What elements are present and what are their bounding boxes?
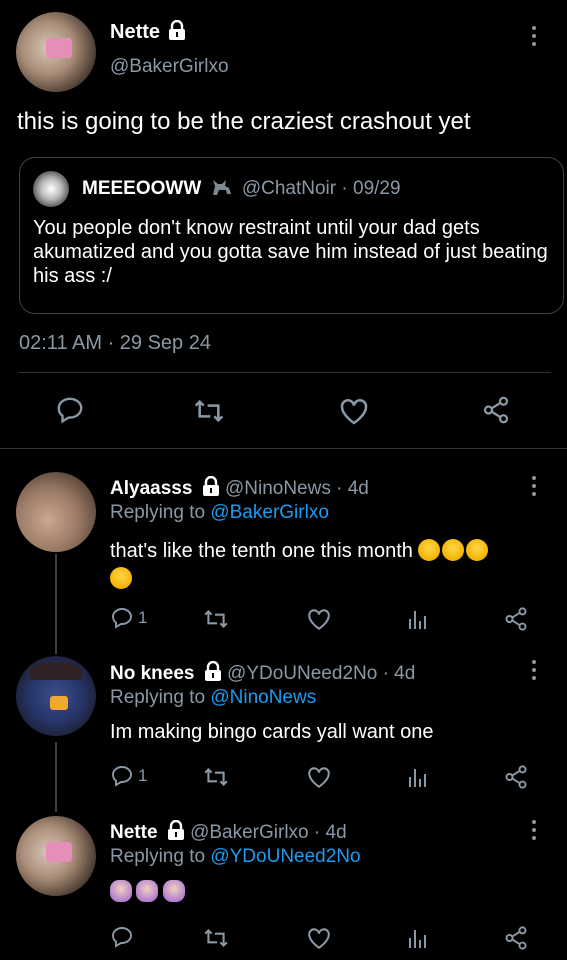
- tweet-text: this is going to be the craziest crashou…: [17, 108, 471, 135]
- reply-icon[interactable]: [110, 925, 134, 949]
- share-icon[interactable]: [503, 925, 529, 951]
- lock-icon: [167, 820, 184, 840]
- reply-text-block: [110, 880, 185, 903]
- crying-face-emoji: [442, 539, 465, 561]
- retweet-icon[interactable]: [203, 607, 229, 631]
- author-handle[interactable]: @NinoNews · 4d: [225, 478, 369, 499]
- avatar[interactable]: [16, 472, 96, 552]
- analytics-icon[interactable]: [407, 765, 429, 789]
- reply-count: 1: [138, 608, 148, 627]
- more-options-icon[interactable]: [529, 660, 539, 684]
- reply-header: Alyaasss @NinoNews · 4d: [110, 476, 369, 500]
- reply-text: that's like the tenth one this month: [110, 540, 413, 562]
- crying-face-emoji: [418, 539, 441, 561]
- retweet-icon[interactable]: [203, 926, 229, 950]
- like-icon[interactable]: [306, 926, 332, 950]
- quote-header: MEEEOOWW @ChatNoir · 09/29: [82, 178, 401, 200]
- replying-to: Replying to @BakerGirlxo: [110, 502, 329, 524]
- share-icon[interactable]: [503, 606, 529, 632]
- replying-prefix: Replying to: [110, 687, 206, 708]
- person-raising-hand-emoji: [136, 880, 159, 902]
- avatar[interactable]: [16, 816, 96, 896]
- reply-header: No knees @YDoUNeed2No · 4d: [110, 661, 415, 685]
- thread-line: [55, 554, 57, 654]
- reply-icon: [112, 766, 132, 787]
- quote-text: You people don't know restraint until yo…: [33, 217, 548, 287]
- like-icon[interactable]: [306, 765, 332, 789]
- share-icon[interactable]: [503, 764, 529, 790]
- person-raising-hand-emoji: [162, 880, 185, 902]
- avatar[interactable]: [16, 12, 96, 92]
- more-options-icon[interactable]: [529, 820, 539, 844]
- lock-icon: [169, 20, 186, 40]
- quote-date: · 09/29: [341, 178, 401, 199]
- share-icon[interactable]: [480, 395, 512, 425]
- replying-prefix: Replying to: [110, 502, 206, 523]
- reply-text: Im making bingo cards yall want one: [110, 721, 434, 743]
- quote-avatar: [33, 171, 69, 207]
- replying-to: Replying to @NinoNews: [110, 687, 316, 709]
- reply-action[interactable]: 1: [110, 606, 147, 630]
- lock-icon: [204, 661, 221, 681]
- mention-link[interactable]: @YDoUNeed2No: [210, 846, 360, 867]
- analytics-icon[interactable]: [407, 607, 429, 631]
- thread-line: [55, 742, 57, 812]
- reply-icon: [112, 608, 132, 629]
- tweet-timestamp: 02:11 AM · 29 Sep 24: [19, 332, 211, 354]
- more-options-icon[interactable]: [529, 476, 539, 500]
- author-name[interactable]: Nette: [110, 822, 158, 843]
- person-raising-hand-emoji: [110, 880, 132, 902]
- mention-link[interactable]: @NinoNews: [210, 687, 316, 708]
- more-options-icon[interactable]: [529, 26, 539, 50]
- reply-header: Nette @BakerGirlxo · 4d: [110, 820, 347, 844]
- author-handle[interactable]: @YDoUNeed2No · 4d: [227, 663, 415, 684]
- reply-icon[interactable]: [55, 395, 85, 425]
- reply-text-block: that's like the tenth one this month: [110, 537, 540, 593]
- crying-face-emoji: [466, 539, 489, 561]
- author-handle[interactable]: @BakerGirlxo: [110, 56, 229, 78]
- quoted-tweet[interactable]: MEEEOOWW @ChatNoir · 09/29 You people do…: [19, 157, 564, 314]
- author-name[interactable]: No knees: [110, 663, 194, 684]
- avatar[interactable]: [16, 656, 96, 736]
- retweet-icon[interactable]: [203, 765, 229, 789]
- cat-icon: [212, 180, 231, 195]
- replying-to: Replying to @YDoUNeed2No: [110, 846, 361, 868]
- author-name-row: Nette: [110, 20, 186, 44]
- quote-author-name: MEEEOOWW: [82, 178, 202, 199]
- reply-count: 1: [138, 766, 148, 785]
- crying-face-emoji: [110, 567, 132, 589]
- divider: [19, 372, 551, 373]
- retweet-icon[interactable]: [193, 396, 225, 426]
- analytics-icon[interactable]: [407, 926, 429, 950]
- author-name[interactable]: Nette: [110, 21, 160, 43]
- author-handle[interactable]: @BakerGirlxo · 4d: [190, 822, 347, 843]
- like-icon[interactable]: [306, 607, 332, 631]
- reply-action[interactable]: 1: [110, 764, 147, 788]
- quote-author-handle: @ChatNoir: [241, 178, 337, 199]
- author-name[interactable]: Alyaasss: [110, 478, 192, 499]
- replying-prefix: Replying to: [110, 846, 206, 867]
- divider: [0, 448, 567, 449]
- like-icon[interactable]: [338, 396, 370, 426]
- lock-icon: [202, 476, 219, 496]
- mention-link[interactable]: @BakerGirlxo: [210, 502, 329, 523]
